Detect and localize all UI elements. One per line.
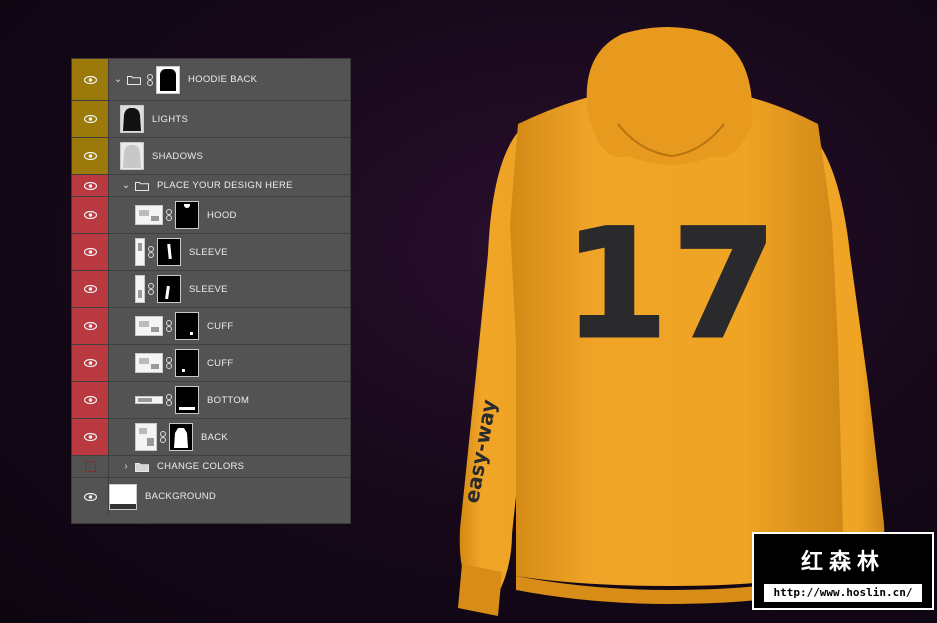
layer-row-sleeve[interactable]: SLEEVE [72, 271, 350, 308]
layer-name: HOODIE BACK [188, 74, 258, 85]
smart-object-thumbnail[interactable] [135, 238, 145, 266]
eye-icon [83, 115, 97, 123]
visibility-toggle[interactable] [72, 175, 109, 196]
layer-name: PLACE YOUR DESIGN HERE [157, 180, 293, 191]
layer-row-back[interactable]: BACK [72, 419, 350, 456]
hoodie-number: 17 [564, 198, 781, 372]
visibility-toggle[interactable] [72, 197, 109, 233]
layer-row-bottom[interactable]: BOTTOM [72, 382, 350, 419]
folder-icon [135, 181, 149, 191]
layer-mask-thumbnail[interactable] [175, 349, 199, 377]
folder-icon [127, 75, 141, 85]
layer-name: HOOD [207, 209, 237, 221]
layer-row-shadows[interactable]: SHADOWS [72, 138, 350, 175]
layer-name: SHADOWS [152, 150, 204, 162]
layer-row-background[interactable]: BACKGROUND [72, 478, 350, 515]
layer-name: CUFF [207, 357, 234, 369]
eye-icon [83, 492, 97, 501]
link-icon [166, 394, 172, 406]
layer-mask-thumbnail[interactable] [157, 238, 181, 266]
layer-thumbnail[interactable] [109, 483, 137, 510]
link-icon [160, 431, 166, 443]
link-icon [148, 283, 154, 295]
layers-panel: ⌄ HOODIE BACK LIGHTS SHADOWS ⌄ PLACE YOU… [71, 58, 351, 524]
eye-icon [83, 285, 97, 293]
smart-object-thumbnail[interactable] [135, 396, 163, 404]
link-icon [166, 357, 172, 369]
folder-icon [135, 462, 149, 472]
chevron-down-icon[interactable]: ⌄ [120, 180, 132, 191]
visibility-toggle[interactable] [72, 419, 109, 455]
layer-name: BACKGROUND [145, 491, 217, 502]
layer-name: LIGHTS [152, 113, 189, 125]
watermark: 红森林 http://www.hoslin.cn/ [752, 532, 934, 610]
layer-thumbnail[interactable] [120, 105, 144, 133]
smart-object-thumbnail[interactable] [135, 316, 163, 336]
link-icon [166, 320, 172, 332]
visibility-toggle[interactable] [72, 456, 109, 477]
visibility-toggle[interactable] [72, 478, 109, 515]
layer-row-hood[interactable]: HOOD [72, 197, 350, 234]
hidden-visibility-icon [84, 461, 96, 472]
layer-mask-thumbnail[interactable] [156, 65, 180, 94]
eye-icon [83, 433, 97, 441]
eye-icon [83, 75, 97, 84]
visibility-toggle[interactable] [72, 345, 109, 381]
eye-icon [83, 359, 97, 367]
layer-row-place-design[interactable]: ⌄ PLACE YOUR DESIGN HERE [72, 175, 350, 197]
eye-icon [83, 211, 97, 219]
visibility-toggle[interactable] [72, 234, 109, 270]
layer-name: CUFF [207, 320, 234, 332]
visibility-toggle[interactable] [72, 59, 109, 100]
layer-row-lights[interactable]: LIGHTS [72, 101, 350, 138]
layer-name: SLEEVE [189, 246, 228, 258]
chevron-down-icon[interactable]: ⌄ [112, 74, 124, 85]
layer-mask-thumbnail[interactable] [175, 312, 199, 340]
layer-mask-thumbnail[interactable] [157, 275, 181, 303]
visibility-toggle[interactable] [72, 138, 109, 174]
visibility-toggle[interactable] [72, 308, 109, 344]
layer-name: CHANGE COLORS [157, 461, 245, 472]
layer-mask-thumbnail[interactable] [175, 386, 199, 414]
smart-object-thumbnail[interactable] [135, 353, 163, 373]
layer-name: BOTTOM [207, 394, 250, 406]
layer-row-cuff[interactable]: CUFF [72, 345, 350, 382]
eye-icon [83, 248, 97, 256]
layer-name: SLEEVE [189, 283, 228, 295]
watermark-title: 红森林 [800, 550, 885, 575]
chevron-right-icon[interactable]: › [120, 461, 132, 472]
layer-thumbnail[interactable] [120, 142, 144, 170]
eye-icon [83, 181, 97, 190]
link-icon [147, 73, 153, 86]
eye-icon [83, 152, 97, 160]
visibility-toggle[interactable] [72, 382, 109, 418]
eye-icon [83, 396, 97, 404]
smart-object-thumbnail[interactable] [135, 205, 163, 225]
layer-row-sleeve[interactable]: SLEEVE [72, 234, 350, 271]
visibility-toggle[interactable] [72, 271, 109, 307]
layer-row-change-colors[interactable]: › CHANGE COLORS [72, 456, 350, 478]
smart-object-thumbnail[interactable] [135, 423, 157, 451]
watermark-url: http://www.hoslin.cn/ [764, 584, 922, 602]
link-icon [148, 246, 154, 258]
hoodie-mockup: 17 easy-way [458, 27, 885, 616]
layer-row-cuff[interactable]: CUFF [72, 308, 350, 345]
link-icon [166, 209, 172, 221]
layer-row-hoodie-back[interactable]: ⌄ HOODIE BACK [72, 59, 350, 101]
layer-mask-thumbnail[interactable] [175, 201, 199, 229]
visibility-toggle[interactable] [72, 101, 109, 137]
eye-icon [83, 322, 97, 330]
layer-name: BACK [201, 431, 229, 443]
layer-mask-thumbnail[interactable] [169, 423, 193, 451]
smart-object-thumbnail[interactable] [135, 275, 145, 303]
